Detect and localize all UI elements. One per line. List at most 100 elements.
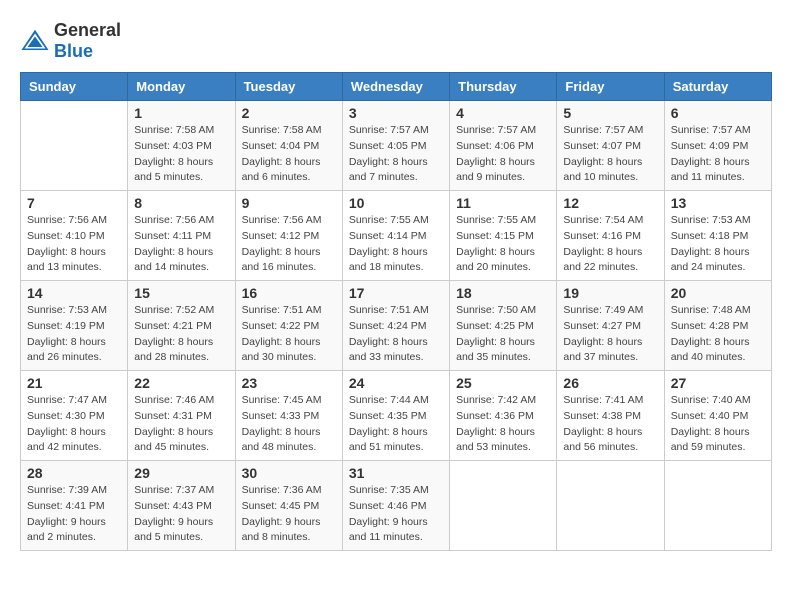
calendar-cell: 26 Sunrise: 7:41 AMSunset: 4:38 PMDayligh…	[557, 371, 664, 461]
calendar-cell	[664, 461, 771, 551]
day-number: 8	[134, 195, 228, 211]
calendar-cell	[450, 461, 557, 551]
calendar-cell: 12Sunrise: 7:54 AMSunset: 4:16 PMDayligh…	[557, 191, 664, 281]
calendar-cell: 28Sunrise: 7:39 AMSunset: 4:41 PMDayligh…	[21, 461, 128, 551]
calendar-cell: 31 Sunrise: 7:35 AMSunset: 4:46 PMDayligh…	[342, 461, 449, 551]
calendar-cell: 29 Sunrise: 7:37 AMSunset: 4:43 PMDayligh…	[128, 461, 235, 551]
day-info: Sunrise: 7:49 AMSunset: 4:27 PMDaylight:…	[563, 303, 657, 366]
calendar-cell: 7 Sunrise: 7:56 AMSunset: 4:10 PMDaylight…	[21, 191, 128, 281]
calendar-cell: 25 Sunrise: 7:42 AMSunset: 4:36 PMDayligh…	[450, 371, 557, 461]
day-info: Sunrise: 7:57 AMSunset: 4:06 PMDaylight:…	[456, 123, 550, 186]
day-number: 17	[349, 285, 443, 301]
day-number: 11	[456, 195, 550, 211]
day-number: 25	[456, 375, 550, 391]
calendar-cell: 15 Sunrise: 7:52 AMSunset: 4:21 PMDayligh…	[128, 281, 235, 371]
calendar-cell: 16Sunrise: 7:51 AMSunset: 4:22 PMDayligh…	[235, 281, 342, 371]
day-info: Sunrise: 7:52 AMSunset: 4:21 PMDaylight:…	[134, 303, 228, 366]
day-number: 13	[671, 195, 765, 211]
day-header-sunday: Sunday	[21, 73, 128, 101]
day-number: 20	[671, 285, 765, 301]
day-number: 30	[242, 465, 336, 481]
calendar-cell: 13 Sunrise: 7:53 AMSunset: 4:18 PMDayligh…	[664, 191, 771, 281]
day-info: Sunrise: 7:45 AMSunset: 4:33 PMDaylight:…	[242, 393, 336, 456]
day-info: Sunrise: 7:55 AMSunset: 4:15 PMDaylight:…	[456, 213, 550, 276]
calendar-cell: 21 Sunrise: 7:47 AMSunset: 4:30 PMDayligh…	[21, 371, 128, 461]
day-info: Sunrise: 7:57 AMSunset: 4:09 PMDaylight:…	[671, 123, 765, 186]
logo-general-text: General	[54, 20, 121, 40]
day-number: 1	[134, 105, 228, 121]
day-info: Sunrise: 7:42 AMSunset: 4:36 PMDaylight:…	[456, 393, 550, 456]
day-number: 4	[456, 105, 550, 121]
day-info: Sunrise: 7:57 AMSunset: 4:05 PMDaylight:…	[349, 123, 443, 186]
day-info: Sunrise: 7:36 AMSunset: 4:45 PMDaylight:…	[242, 483, 336, 546]
day-number: 19	[563, 285, 657, 301]
day-info: Sunrise: 7:53 AMSunset: 4:18 PMDaylight:…	[671, 213, 765, 276]
day-number: 24	[349, 375, 443, 391]
page-header: General Blue	[20, 20, 772, 62]
calendar-cell	[21, 101, 128, 191]
calendar-cell: 9 Sunrise: 7:56 AMSunset: 4:12 PMDaylight…	[235, 191, 342, 281]
calendar-cell: 24 Sunrise: 7:44 AMSunset: 4:35 PMDayligh…	[342, 371, 449, 461]
day-info: Sunrise: 7:48 AMSunset: 4:28 PMDaylight:…	[671, 303, 765, 366]
day-number: 2	[242, 105, 336, 121]
day-number: 28	[27, 465, 121, 481]
day-info: Sunrise: 7:35 AMSunset: 4:46 PMDaylight:…	[349, 483, 443, 546]
day-number: 22	[134, 375, 228, 391]
calendar-cell: 8 Sunrise: 7:56 AMSunset: 4:11 PMDaylight…	[128, 191, 235, 281]
day-info: Sunrise: 7:47 AMSunset: 4:30 PMDaylight:…	[27, 393, 121, 456]
day-info: Sunrise: 7:58 AMSunset: 4:04 PMDaylight:…	[242, 123, 336, 186]
day-number: 29	[134, 465, 228, 481]
calendar-cell: 22Sunrise: 7:46 AMSunset: 4:31 PMDayligh…	[128, 371, 235, 461]
calendar-cell: 20 Sunrise: 7:48 AMSunset: 4:28 PMDayligh…	[664, 281, 771, 371]
day-number: 14	[27, 285, 121, 301]
calendar-cell: 19 Sunrise: 7:49 AMSunset: 4:27 PMDayligh…	[557, 281, 664, 371]
calendar-cell: 1Sunrise: 7:58 AMSunset: 4:03 PMDaylight…	[128, 101, 235, 191]
day-info: Sunrise: 7:56 AMSunset: 4:10 PMDaylight:…	[27, 213, 121, 276]
day-header-saturday: Saturday	[664, 73, 771, 101]
day-number: 15	[134, 285, 228, 301]
calendar-cell: 14 Sunrise: 7:53 AMSunset: 4:19 PMDayligh…	[21, 281, 128, 371]
day-header-friday: Friday	[557, 73, 664, 101]
day-number: 7	[27, 195, 121, 211]
day-number: 21	[27, 375, 121, 391]
day-header-tuesday: Tuesday	[235, 73, 342, 101]
day-header-wednesday: Wednesday	[342, 73, 449, 101]
day-number: 5	[563, 105, 657, 121]
calendar-cell: 30 Sunrise: 7:36 AMSunset: 4:45 PMDayligh…	[235, 461, 342, 551]
calendar-cell: 23Sunrise: 7:45 AMSunset: 4:33 PMDayligh…	[235, 371, 342, 461]
day-number: 12	[563, 195, 657, 211]
calendar-cell: 11 Sunrise: 7:55 AMSunset: 4:15 PMDayligh…	[450, 191, 557, 281]
day-number: 9	[242, 195, 336, 211]
logo: General Blue	[20, 20, 121, 62]
calendar-cell: 17 Sunrise: 7:51 AMSunset: 4:24 PMDayligh…	[342, 281, 449, 371]
day-number: 27	[671, 375, 765, 391]
calendar-table: SundayMondayTuesdayWednesdayThursdayFrid…	[20, 72, 772, 551]
calendar-cell: 6 Sunrise: 7:57 AMSunset: 4:09 PMDaylight…	[664, 101, 771, 191]
day-number: 10	[349, 195, 443, 211]
day-number: 31	[349, 465, 443, 481]
calendar-cell: 4 Sunrise: 7:57 AMSunset: 4:06 PMDaylight…	[450, 101, 557, 191]
day-info: Sunrise: 7:37 AMSunset: 4:43 PMDaylight:…	[134, 483, 228, 546]
calendar-cell: 5 Sunrise: 7:57 AMSunset: 4:07 PMDaylight…	[557, 101, 664, 191]
calendar-cell	[557, 461, 664, 551]
day-info: Sunrise: 7:50 AMSunset: 4:25 PMDaylight:…	[456, 303, 550, 366]
day-info: Sunrise: 7:41 AMSunset: 4:38 PMDaylight:…	[563, 393, 657, 456]
day-number: 26	[563, 375, 657, 391]
day-info: Sunrise: 7:44 AMSunset: 4:35 PMDaylight:…	[349, 393, 443, 456]
day-header-monday: Monday	[128, 73, 235, 101]
day-info: Sunrise: 7:51 AMSunset: 4:24 PMDaylight:…	[349, 303, 443, 366]
day-number: 3	[349, 105, 443, 121]
day-info: Sunrise: 7:56 AMSunset: 4:11 PMDaylight:…	[134, 213, 228, 276]
day-number: 6	[671, 105, 765, 121]
calendar-cell: 10 Sunrise: 7:55 AMSunset: 4:14 PMDayligh…	[342, 191, 449, 281]
day-number: 18	[456, 285, 550, 301]
day-info: Sunrise: 7:55 AMSunset: 4:14 PMDaylight:…	[349, 213, 443, 276]
day-info: Sunrise: 7:40 AMSunset: 4:40 PMDaylight:…	[671, 393, 765, 456]
day-info: Sunrise: 7:57 AMSunset: 4:07 PMDaylight:…	[563, 123, 657, 186]
day-info: Sunrise: 7:53 AMSunset: 4:19 PMDaylight:…	[27, 303, 121, 366]
logo-icon	[20, 26, 50, 56]
day-header-thursday: Thursday	[450, 73, 557, 101]
calendar-cell: 2 Sunrise: 7:58 AMSunset: 4:04 PMDaylight…	[235, 101, 342, 191]
day-info: Sunrise: 7:56 AMSunset: 4:12 PMDaylight:…	[242, 213, 336, 276]
day-info: Sunrise: 7:51 AMSunset: 4:22 PMDaylight:…	[242, 303, 336, 366]
